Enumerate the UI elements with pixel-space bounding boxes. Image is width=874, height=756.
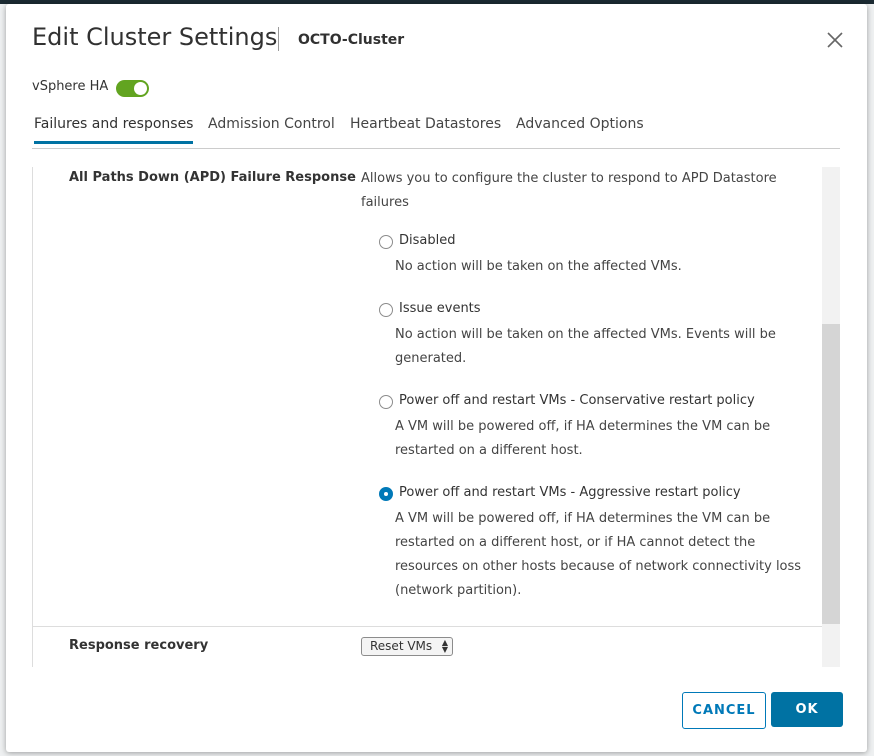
section-divider (33, 626, 833, 627)
toggle-knob (134, 82, 147, 95)
content-scrollbar[interactable] (822, 167, 840, 667)
edit-cluster-dialog: Edit Cluster Settings OCTO-Cluster vSphe… (6, 4, 867, 752)
close-icon[interactable] (824, 29, 846, 51)
vsphere-ha-toggle[interactable] (116, 80, 149, 97)
tab-bar: Failures and responses Admission Control… (32, 108, 840, 149)
vsphere-ha-label: vSphere HA (32, 79, 109, 94)
tab-admission-control[interactable]: Admission Control (208, 116, 335, 141)
select-arrows-icon: ▲ ▼ (441, 638, 448, 654)
tab-failures-and-responses[interactable]: Failures and responses (34, 116, 194, 144)
option-description: No action will be taken on the affected … (395, 259, 682, 274)
radio-issue-events[interactable] (379, 303, 393, 317)
option-label[interactable]: Power off and restart VMs - Conservative… (399, 393, 755, 408)
radio-disabled[interactable] (379, 235, 393, 249)
option-description: A VM will be powered off, if HA determin… (395, 511, 802, 598)
apd-description: Allows you to configure the cluster to r… (361, 171, 777, 210)
tab-advanced-options[interactable]: Advanced Options (516, 116, 644, 141)
title-separator (278, 27, 279, 51)
cancel-button[interactable]: CANCEL (682, 692, 766, 729)
cluster-name: OCTO-Cluster (298, 32, 405, 48)
ok-button[interactable]: OK (771, 692, 843, 727)
response-recovery-label: Response recovery (69, 638, 209, 653)
option-label[interactable]: Disabled (399, 233, 455, 248)
option-description: No action will be taken on the affected … (395, 327, 776, 366)
radio-aggressive-restart[interactable] (379, 487, 393, 501)
option-label[interactable]: Issue events (399, 301, 481, 316)
select-value: Reset VMs (370, 639, 433, 653)
tab-heartbeat-datastores[interactable]: Heartbeat Datastores (350, 116, 501, 141)
dialog-title: Edit Cluster Settings (32, 23, 278, 51)
apd-label: All Paths Down (APD) Failure Response (69, 170, 356, 185)
option-label[interactable]: Power off and restart VMs - Aggressive r… (399, 485, 741, 500)
settings-content: All Paths Down (APD) Failure Response Al… (32, 167, 841, 667)
response-recovery-select[interactable]: Reset VMs ▲ ▼ (361, 637, 453, 656)
radio-conservative-restart[interactable] (379, 395, 393, 409)
option-description: A VM will be powered off, if HA determin… (395, 419, 771, 458)
scrollbar-thumb[interactable] (822, 324, 840, 624)
